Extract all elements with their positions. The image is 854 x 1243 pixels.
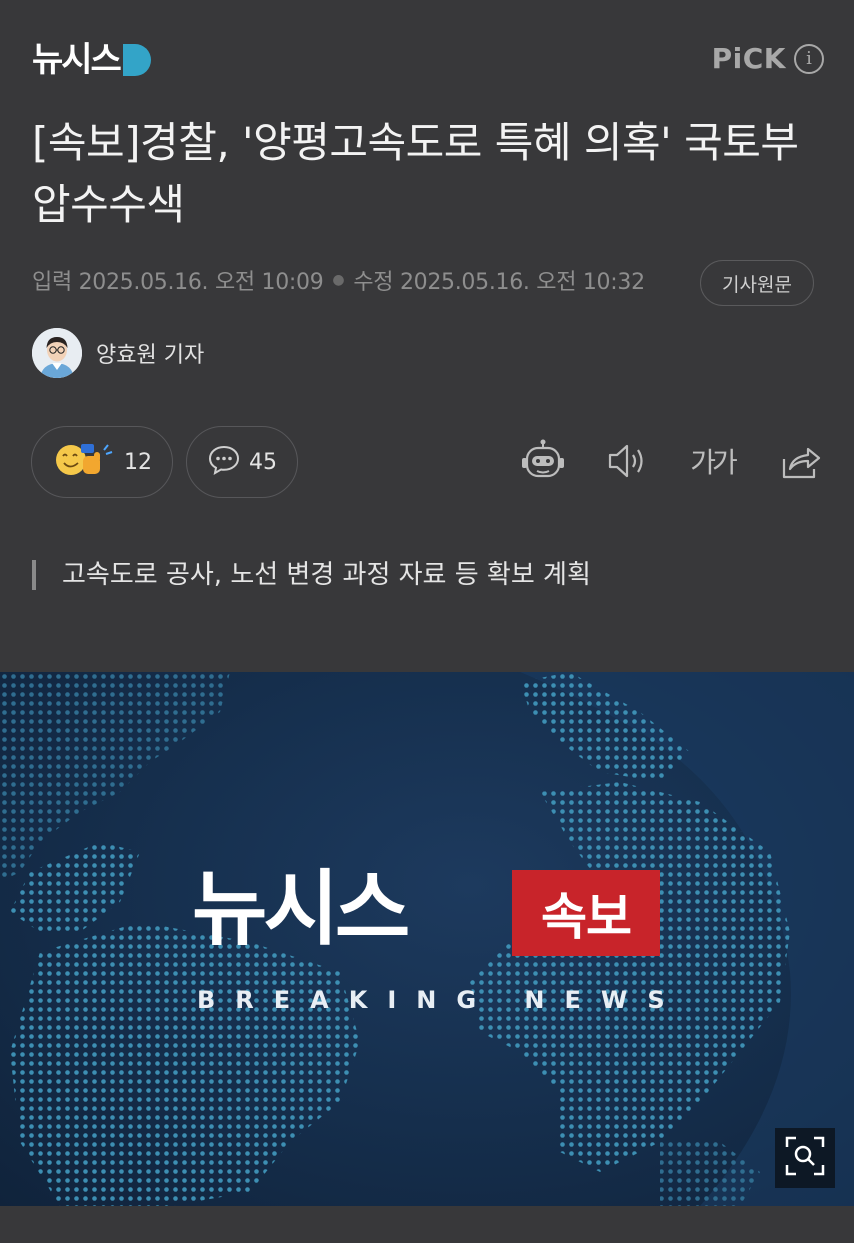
font-size-label: 가가 <box>690 441 737 481</box>
newsis-logo[interactable]: 뉴시스 <box>32 40 151 80</box>
article-dates: 입력 2025.05.16. 오전 10:09 ● 수정 2025.05.16.… <box>32 264 645 296</box>
logo-text: 뉴시스 <box>32 40 122 80</box>
hero-brand: 뉴시스 <box>192 862 410 957</box>
reaction-button[interactable]: 12 <box>31 426 173 498</box>
published-label: 입력 <box>32 270 72 295</box>
info-icon[interactable]: i <box>794 43 824 74</box>
subtitle-text: 고속도로 공사, 노선 변경 과정 자료 등 확보 계획 <box>62 560 591 590</box>
pick-text: PiCK <box>711 42 786 75</box>
clap-emoji-icon <box>52 440 116 484</box>
speaker-icon[interactable] <box>604 438 650 484</box>
comment-icon <box>207 444 241 480</box>
modified-label: 수정 <box>353 270 394 295</box>
zoom-icon <box>783 1134 827 1182</box>
font-size-label-text: 가가 <box>690 446 737 479</box>
breaking-news-image[interactable]: 뉴시스 속보 BREAKING NEWS <box>0 672 854 1206</box>
comment-button[interactable]: 45 <box>186 426 298 498</box>
original-article-button[interactable]: 기사원문 <box>700 260 814 306</box>
robot-summary-icon[interactable] <box>518 438 568 484</box>
avatar[interactable] <box>32 328 82 378</box>
breaking-badge: 속보 <box>512 870 660 956</box>
like-count: 12 <box>124 449 152 475</box>
pick-badge[interactable]: PiCK i <box>712 42 824 75</box>
share-icon[interactable] <box>776 438 824 484</box>
article-headline: [속보]경찰, '양평고속도로 특혜 의혹' 국토부 압수수색 <box>32 118 799 229</box>
world-map-dots <box>0 672 854 1206</box>
reporter[interactable]: 양효원 기자 <box>32 328 204 378</box>
logo-mark <box>122 44 151 76</box>
bottom-spacer <box>0 1206 854 1243</box>
font-size-icon[interactable]: 가가 <box>686 438 738 484</box>
breaking-news-text: BREAKING NEWS <box>197 986 685 1014</box>
article-subtitle: 고속도로 공사, 노선 변경 과정 자료 등 확보 계획 <box>32 560 591 590</box>
reporter-name: 양효원 기자 <box>96 343 205 368</box>
modified-date: 2025.05.16. 오전 10:32 <box>399 270 645 295</box>
published-date: 2025.05.16. 오전 10:09 <box>78 270 324 295</box>
comment-count: 45 <box>249 449 277 475</box>
zoom-button[interactable] <box>775 1128 835 1188</box>
date-separator: ● <box>332 272 345 288</box>
